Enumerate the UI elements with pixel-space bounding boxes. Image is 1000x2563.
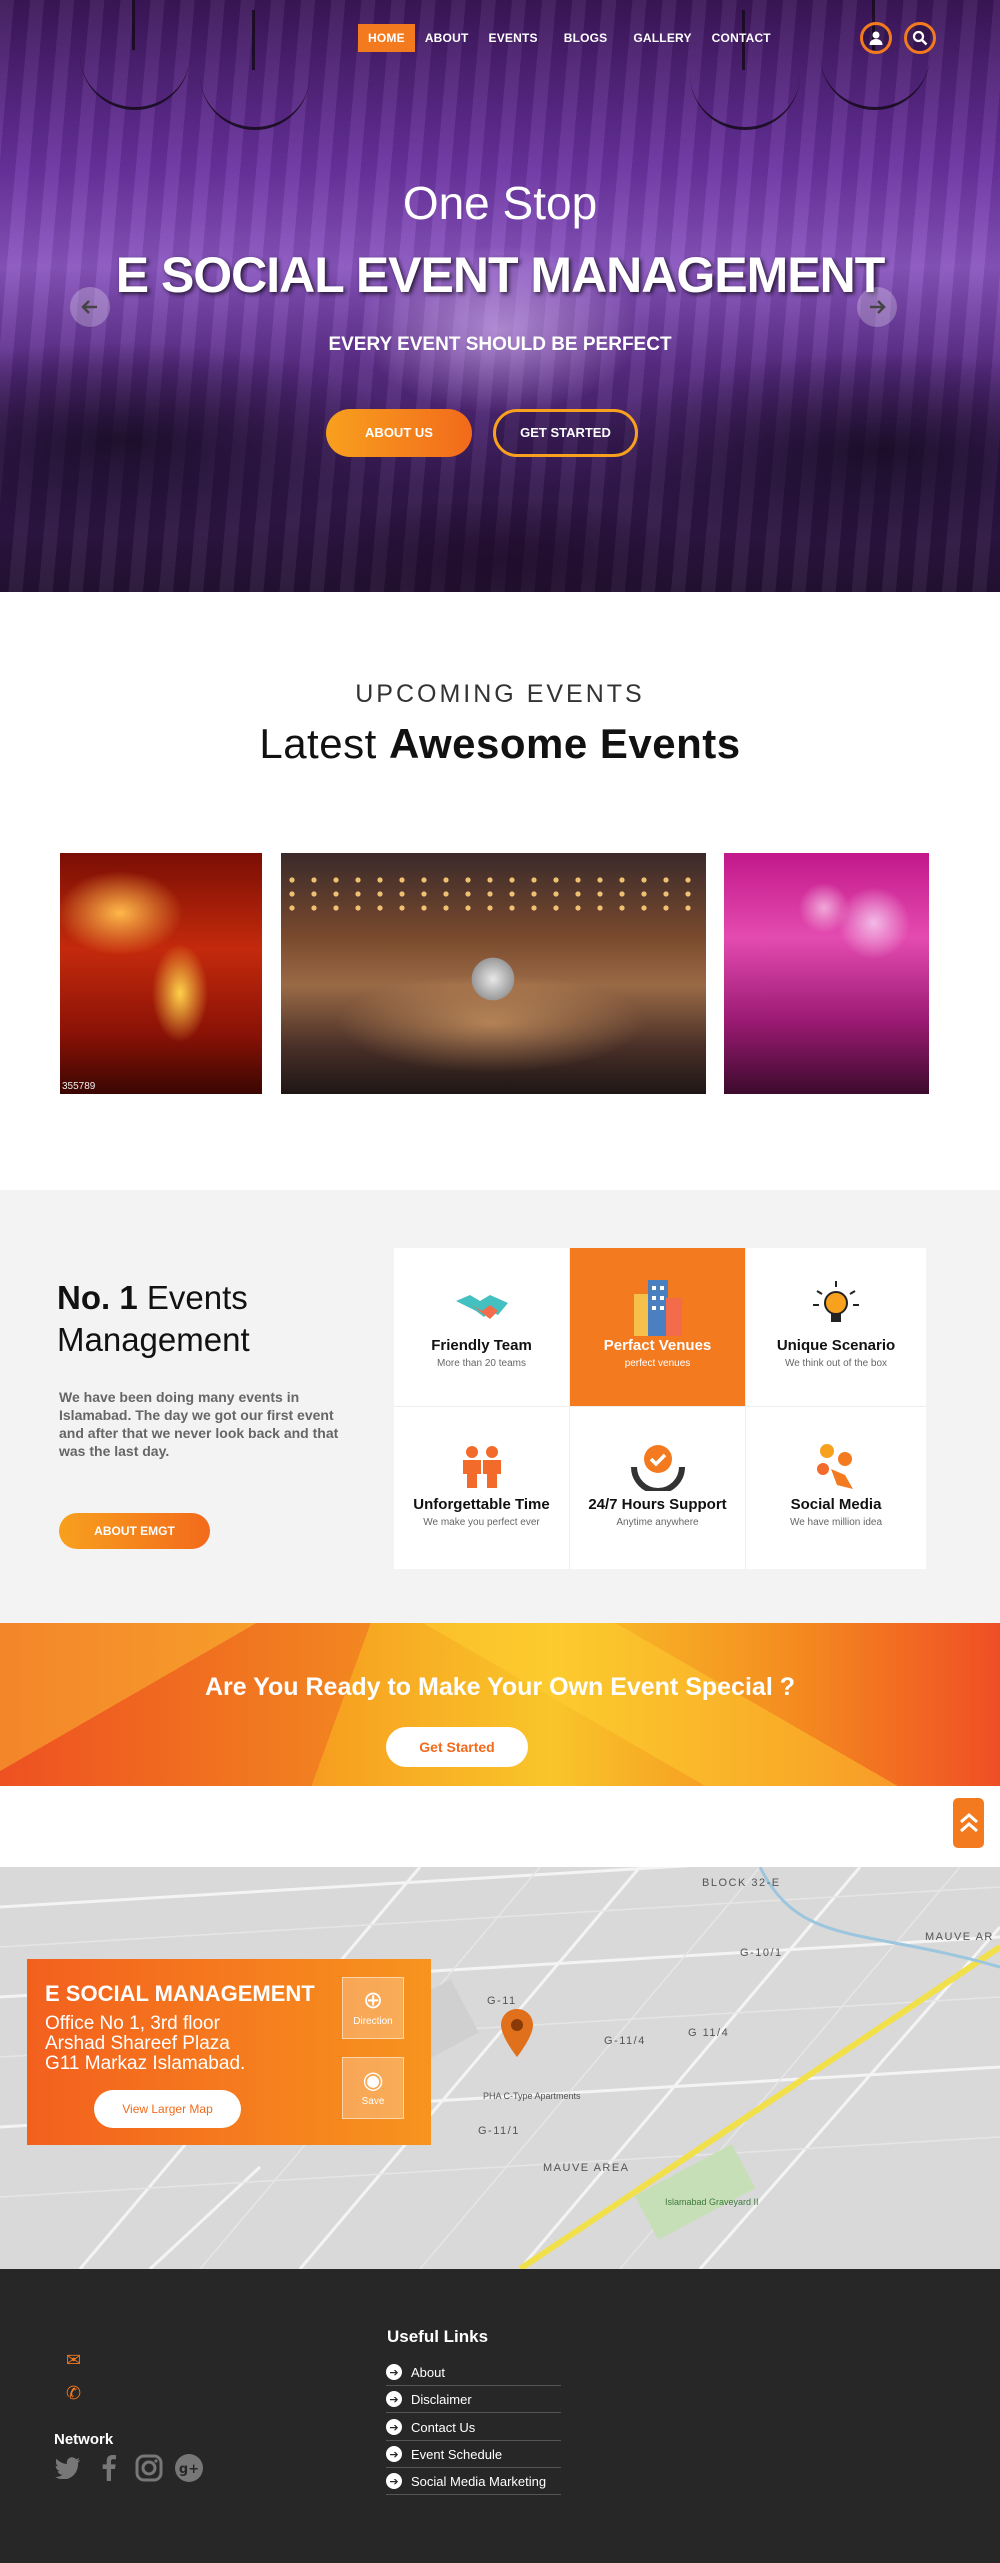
- google-plus-icon: g+: [175, 2454, 203, 2482]
- user-icon: [869, 31, 883, 45]
- location-pin-icon[interactable]: [499, 2009, 535, 2057]
- feature-unique-scenario: Unique Scenario We think out of the box: [746, 1248, 926, 1407]
- svg-text:g+: g+: [179, 2462, 199, 2477]
- chandelier-decoration: [690, 10, 800, 130]
- chandelier-decoration: [80, 0, 190, 110]
- social-hand-icon: [817, 1444, 853, 1489]
- footer-link-social-media-marketing[interactable]: ➔ Social Media Marketing: [386, 2468, 561, 2495]
- nav-blogs[interactable]: BLOGS: [554, 24, 618, 52]
- chandelier-decoration: [200, 10, 310, 130]
- facebook-link[interactable]: [94, 2453, 124, 2483]
- arrow-right-icon: ➔: [386, 2364, 402, 2380]
- direction-icon: ⊕: [362, 1987, 384, 2014]
- nav-gallery[interactable]: GALLERY: [623, 24, 701, 52]
- company-name: E SOCIAL MANAGEMENT: [45, 1981, 315, 2006]
- main-nav: HOME ABOUT EVENTS BLOGS GALLERY CONTACT: [358, 24, 781, 52]
- save-signal-icon: ◉: [362, 2067, 384, 2094]
- view-larger-map-button[interactable]: View Larger Map: [94, 2090, 241, 2128]
- hero-title: E SOCIAL EVENT MANAGEMENT: [115, 247, 886, 303]
- features-grid: Friendly Team More than 20 teams Perfact…: [394, 1248, 926, 1569]
- email-icon[interactable]: ✉: [66, 2350, 81, 2371]
- arrow-right-icon: ➔: [386, 2473, 402, 2489]
- handshake-icon: [455, 1295, 508, 1319]
- feature-support: 24/7 Hours Support Anytime anywhere: [570, 1407, 746, 1569]
- map-info-card: E SOCIAL MANAGEMENT Office No 1, 3rd flo…: [27, 1959, 431, 2145]
- twitter-link[interactable]: [53, 2453, 83, 2483]
- user-button[interactable]: [860, 22, 892, 54]
- event-image-award[interactable]: 355789: [60, 853, 262, 1094]
- cta-title: Are You Ready to Make Your Own Event Spe…: [205, 1673, 795, 1701]
- feature-unforgettable-time: Unforgettable Time We make you perfect e…: [394, 1407, 570, 1569]
- chandelier-decoration: [820, 0, 930, 110]
- building-icon: [633, 1280, 682, 1336]
- event-image-party[interactable]: [724, 853, 929, 1094]
- network-heading: Network: [54, 2431, 114, 2448]
- direction-button[interactable]: ⊕ Direction: [342, 1977, 404, 2039]
- instagram-link[interactable]: [134, 2453, 164, 2483]
- lightbulb-icon: [813, 1281, 859, 1322]
- footer-link-contact[interactable]: ➔ Contact Us: [386, 2414, 561, 2441]
- slider-prev-button[interactable]: [70, 287, 110, 327]
- feature-friendly-team: Friendly Team More than 20 teams: [394, 1248, 570, 1407]
- nav-home[interactable]: HOME: [358, 24, 415, 52]
- hero-banner: HOME ABOUT EVENTS BLOGS GALLERY CONTACT …: [0, 0, 1000, 592]
- nav-about[interactable]: ABOUT: [415, 24, 479, 52]
- google-plus-link[interactable]: g+: [174, 2453, 204, 2483]
- slider-next-button[interactable]: [857, 287, 897, 327]
- scroll-to-top-button[interactable]: [953, 1798, 984, 1848]
- footer-link-disclaimer[interactable]: ➔ Disclaimer: [386, 2386, 561, 2413]
- section-label: UPCOMING EVENTS: [355, 680, 645, 708]
- event-image-microphone[interactable]: [281, 853, 706, 1094]
- services-heading: No. 1 Events Management: [57, 1279, 250, 1358]
- arrow-right-icon: ➔: [386, 2446, 402, 2462]
- feature-perfect-venues: Perfact Venues perfect venues: [570, 1248, 746, 1407]
- cta-get-started-button[interactable]: Get Started: [386, 1727, 528, 1767]
- nav-events[interactable]: EVENTS: [478, 24, 547, 52]
- search-button[interactable]: [904, 22, 936, 54]
- hero-title-small: One Stop: [402, 177, 598, 229]
- arrow-right-icon: [870, 300, 886, 314]
- useful-links-heading: Useful Links: [387, 2327, 489, 2346]
- search-icon: [912, 30, 928, 46]
- support-check-icon: [630, 1445, 685, 1491]
- string-lights-decoration: [281, 873, 706, 913]
- footer-link-about[interactable]: ➔ About: [386, 2359, 561, 2386]
- cta-banner: Are You Ready to Make Your Own Event Spe…: [0, 1623, 1000, 1786]
- arrow-right-icon: ➔: [386, 2419, 402, 2435]
- arrow-left-icon: [81, 300, 97, 314]
- arrow-right-icon: ➔: [386, 2391, 402, 2407]
- facebook-icon: [102, 2455, 116, 2481]
- feature-social-media: Social Media We have million idea: [746, 1407, 926, 1569]
- section-title: Latest Awesome Events: [259, 720, 741, 767]
- footer-link-event-schedule[interactable]: ➔ Event Schedule: [386, 2441, 561, 2468]
- services-description: We have been doing many events in Islama…: [59, 1389, 339, 1459]
- about-emgt-button[interactable]: ABOUT EMGT: [59, 1513, 210, 1549]
- phone-icon[interactable]: ✆: [66, 2383, 81, 2404]
- people-icon: [462, 1446, 501, 1488]
- about-us-button[interactable]: ABOUT US: [326, 409, 472, 457]
- image-caption: 355789: [62, 1081, 96, 1092]
- get-started-button[interactable]: GET STARTED: [493, 409, 638, 457]
- instagram-icon: [135, 2454, 163, 2482]
- save-button[interactable]: ◉ Save: [342, 2057, 404, 2119]
- company-address: Office No 1, 3rd floor Arshad Shareef Pl…: [45, 2013, 246, 2074]
- twitter-icon: [55, 2457, 80, 2479]
- hero-subtitle: EVERY EVENT SHOULD BE PERFECT: [328, 334, 672, 355]
- double-chevron-up-icon: [959, 1813, 978, 1833]
- nav-contact[interactable]: CONTACT: [702, 24, 781, 52]
